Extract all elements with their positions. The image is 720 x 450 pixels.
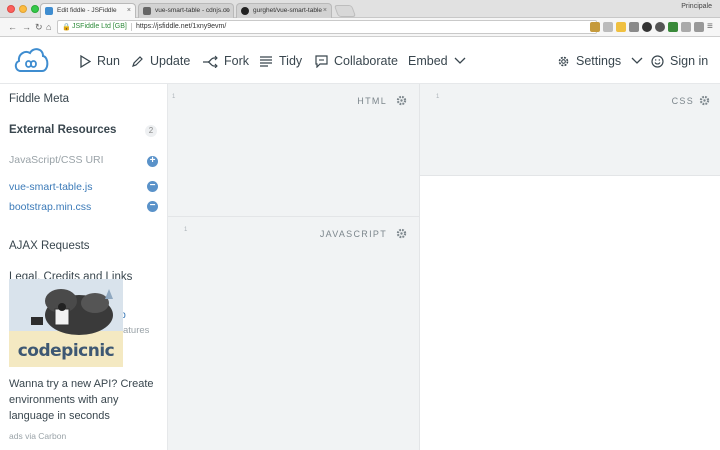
html-editor-panel[interactable]: 1 HTML	[168, 84, 420, 217]
line-number: 1	[172, 94, 176, 100]
embed-button[interactable]: Embed	[408, 52, 466, 70]
browser-address-bar: ← → ↻ ⌂ 🔒 JSFiddle Ltd [GB] https://jsfi…	[0, 18, 720, 37]
line-number: 1	[436, 94, 440, 100]
window-maximize-button[interactable]	[31, 5, 39, 13]
settings-button[interactable]: Settings	[557, 52, 643, 70]
update-button[interactable]: Update	[131, 52, 190, 70]
extension-icon[interactable]	[694, 22, 704, 32]
html-panel-label: HTML	[357, 96, 387, 106]
ad-text[interactable]: Wanna try a new API? Create environments…	[9, 376, 164, 424]
settings-label: Settings	[576, 54, 622, 68]
result-panel[interactable]	[420, 176, 720, 450]
browser-tab-github[interactable]: gurghet/vue-smart-table ×	[236, 3, 332, 18]
extension-icon[interactable]	[668, 22, 678, 32]
add-resource-button[interactable]: +	[147, 156, 158, 167]
tidy-label: Tidy	[279, 54, 303, 68]
sign-in-label: Sign in	[670, 54, 709, 68]
gear-icon[interactable]	[396, 95, 407, 106]
extension-icon[interactable]	[629, 22, 639, 32]
back-arrow-icon[interactable]: ←	[8, 21, 17, 33]
sign-in-button[interactable]: Sign in	[651, 52, 708, 70]
ad-brand-logo: codepicnic	[17, 341, 115, 361]
smiley-icon	[651, 54, 664, 68]
tidy-button[interactable]: Tidy	[259, 52, 302, 70]
url-input[interactable]: 🔒 JSFiddle Ltd [GB] https://jsfiddle.net…	[57, 20, 597, 34]
resource-uri-input[interactable]: JavaScript/CSS URI	[9, 154, 104, 166]
remove-resource-button[interactable]: −	[147, 181, 158, 192]
resource-link[interactable]: vue-smart-table.js	[9, 181, 92, 193]
fork-label: Fork	[224, 54, 249, 68]
css-editor-panel[interactable]: 1 CSS	[420, 84, 720, 176]
browser-tab-cdnjs[interactable]: vue-smart-table - cdnjs.co ×	[138, 3, 234, 18]
run-label: Run	[97, 54, 120, 68]
javascript-panel-label: JAVASCRIPT	[319, 229, 387, 239]
resource-count-badge: 2	[145, 125, 157, 137]
chat-bubble-icon	[315, 54, 328, 68]
app-header: Run Update Fork Tidy Collaborate Embed S…	[0, 38, 720, 84]
remove-resource-button[interactable]: −	[147, 201, 158, 212]
extension-icon[interactable]	[655, 22, 665, 32]
fork-button[interactable]: Fork	[202, 52, 249, 70]
star-icon[interactable]	[616, 22, 626, 32]
sidebar-external-resources[interactable]: External Resources	[9, 124, 116, 136]
gear-icon[interactable]	[396, 228, 407, 239]
browser-menu-icon[interactable]: ≡	[707, 21, 713, 33]
extension-icon[interactable]	[590, 22, 600, 32]
gear-icon	[558, 56, 569, 66]
url-text: https://jsfiddle.net/1xny9evm/	[136, 23, 227, 30]
cdnjs-favicon-icon	[143, 7, 151, 15]
chevron-down-icon	[454, 57, 466, 64]
jsfiddle-logo-icon[interactable]	[12, 43, 50, 82]
extension-icon[interactable]	[681, 22, 691, 32]
jsfiddle-favicon-icon	[45, 7, 53, 15]
tidy-lines-icon	[260, 55, 272, 67]
ad-overlap-subtext: atures	[123, 325, 150, 336]
lock-icon: 🔒	[62, 24, 71, 31]
tab-title: Edit fiddle - JSFiddle	[57, 7, 117, 14]
extension-icon[interactable]	[642, 22, 652, 32]
tab-title: vue-smart-table - cdnjs.co	[155, 7, 230, 14]
new-tab-button[interactable]	[333, 5, 357, 17]
tab-title: gurghet/vue-smart-table	[253, 7, 323, 14]
resource-link[interactable]: bootstrap.min.css	[9, 201, 91, 213]
carbon-ad-image[interactable]: codepicnic	[9, 279, 123, 367]
secure-site-label: JSFiddle Ltd [GB]	[72, 23, 127, 30]
omnibox-divider	[131, 23, 132, 31]
tab-close-icon[interactable]: ×	[225, 4, 229, 18]
github-favicon-icon	[241, 7, 249, 15]
reload-icon[interactable]: ↻	[35, 21, 43, 33]
zoom-icon[interactable]	[603, 22, 613, 32]
update-label: Update	[150, 54, 191, 68]
forward-arrow-icon[interactable]: →	[22, 21, 31, 33]
tab-close-icon[interactable]: ×	[127, 4, 131, 18]
window-minimize-button[interactable]	[19, 5, 27, 13]
tab-close-icon[interactable]: ×	[323, 4, 327, 18]
collaborate-label: Collaborate	[334, 54, 398, 68]
css-panel-label: CSS	[671, 96, 694, 106]
window-close-button[interactable]	[7, 5, 15, 13]
play-icon	[80, 54, 91, 68]
sidebar-fiddle-meta[interactable]: Fiddle Meta	[9, 93, 69, 105]
browser-profile-name[interactable]: Principale	[681, 3, 712, 10]
ads-via-carbon-link[interactable]: ads via Carbon	[9, 431, 66, 441]
browser-tab-bar: Edit fiddle - JSFiddle × vue-smart-table…	[0, 0, 720, 18]
pencil-icon	[132, 55, 143, 67]
browser-tab-jsfiddle[interactable]: Edit fiddle - JSFiddle ×	[40, 3, 136, 18]
home-icon[interactable]: ⌂	[46, 21, 51, 33]
javascript-editor-panel[interactable]: 1 JAVASCRIPT	[168, 217, 420, 450]
collaborate-button[interactable]: Collaborate	[315, 52, 398, 70]
sidebar-ajax-requests[interactable]: AJAX Requests	[9, 240, 90, 252]
embed-label: Embed	[408, 54, 448, 68]
picnic-basket-icon	[31, 289, 113, 335]
gear-icon[interactable]	[699, 95, 710, 106]
chevron-down-icon	[631, 57, 643, 64]
line-number: 1	[184, 227, 188, 233]
fork-icon	[203, 55, 218, 68]
run-button[interactable]: Run	[79, 52, 120, 70]
